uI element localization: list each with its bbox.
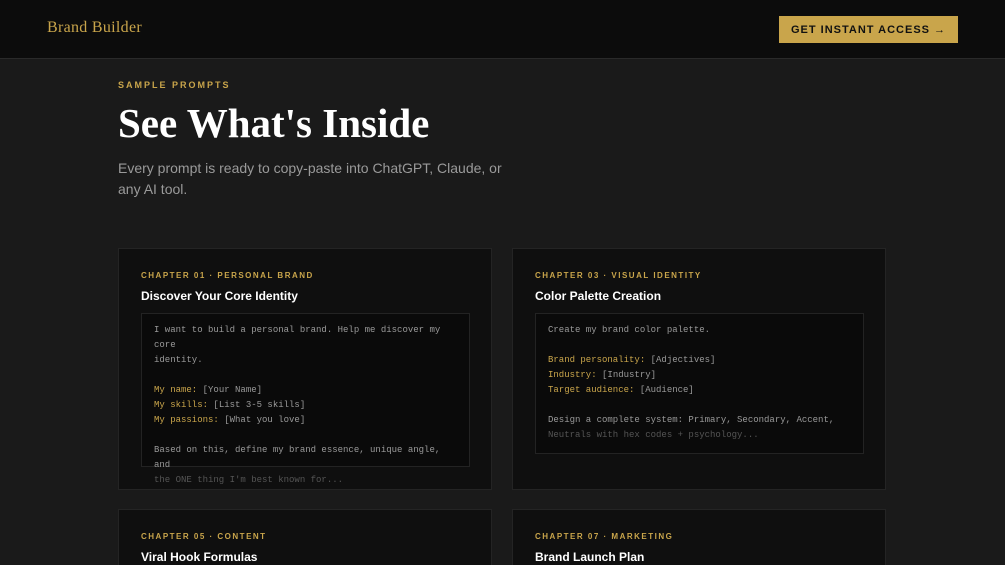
section-subtitle: Every prompt is ready to copy-paste into… [118,160,502,197]
prompt-card-marketing: CHAPTER 07 · MARKETING Brand Launch Plan [512,509,886,565]
prompt-field: My name: [Your Name] [154,383,457,398]
prompt-field-key: Industry: [548,370,597,380]
prompt-field-key: My name: [154,385,198,395]
section-eyebrow: SAMPLE PROMPTS [118,80,231,90]
prompt-field-key: My passions: [154,415,219,425]
prompt-field-value: [List 3-5 skills] [213,400,306,410]
prompt-field-value: [Your Name] [202,385,263,395]
prompt-card-visual-identity: CHAPTER 03 · VISUAL IDENTITY Color Palet… [512,248,886,490]
card-chapter-label: CHAPTER 01 · PERSONAL BRAND [141,271,314,280]
prompt-line-faded: the ONE thing I'm best known for... [154,475,344,485]
top-navbar: Brand Builder GET INSTANT ACCESS → [0,0,1005,59]
prompt-text-box[interactable]: Create my brand color palette. Brand per… [535,313,864,454]
card-chapter-label: CHAPTER 03 · VISUAL IDENTITY [535,271,702,280]
card-chapter-label: CHAPTER 07 · MARKETING [535,532,674,541]
card-title: Discover Your Core Identity [141,289,298,303]
prompt-field-value: [Industry] [602,370,657,380]
prompt-line: Design a complete system: Primary, Secon… [548,415,835,425]
prompt-field: My passions: [What you love] [154,413,457,428]
prompt-field-key: Target audience: [548,385,635,395]
card-chapter-label: CHAPTER 05 · CONTENT [141,532,267,541]
prompt-line-faded: Neutrals with hex codes + psychology... [548,430,759,440]
prompt-field-key: Brand personality: [548,355,646,365]
get-instant-access-button[interactable]: GET INSTANT ACCESS → [779,16,958,43]
prompt-field-value: [Adjectives] [650,355,716,365]
arrow-right-icon: → [934,23,946,36]
section-title: See What's Inside [118,100,430,146]
prompt-card-content: CHAPTER 05 · CONTENT Viral Hook Formulas [118,509,492,565]
prompt-field: Industry: [Industry] [548,368,851,383]
prompt-line: Based on this, define my brand essence, … [154,445,441,470]
brand-logo-text[interactable]: Brand Builder [47,19,142,37]
cta-label: GET INSTANT ACCESS [790,23,930,36]
prompt-line: I want to build a personal brand. Help m… [154,325,441,350]
prompt-field-value: [What you love] [224,415,306,425]
prompt-field: Target audience: [Audience] [548,383,851,398]
prompt-field: Brand personality: [Adjectives] [548,353,851,368]
prompt-field: My skills: [List 3-5 skills] [154,398,457,413]
prompt-card-personal-brand: CHAPTER 01 · PERSONAL BRAND Discover You… [118,248,492,490]
card-title: Color Palette Creation [535,289,662,303]
prompt-text-box[interactable]: I want to build a personal brand. Help m… [141,313,470,485]
prompt-line: Create my brand color palette. [548,325,711,335]
card-title: Viral Hook Formulas [141,550,258,564]
card-title: Brand Launch Plan [535,550,645,564]
prompt-field-key: My skills: [154,400,209,410]
prompt-field-value: [Audience] [639,385,694,395]
prompt-line: identity. [154,355,203,365]
